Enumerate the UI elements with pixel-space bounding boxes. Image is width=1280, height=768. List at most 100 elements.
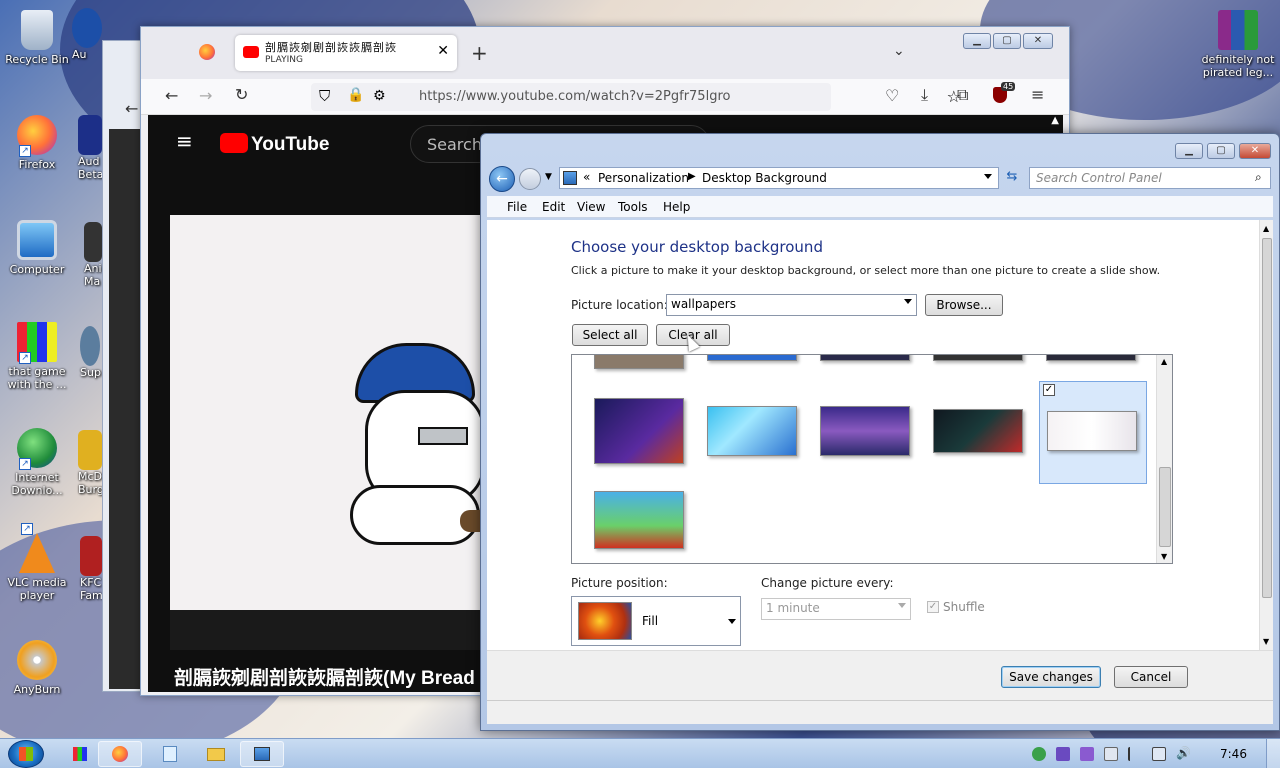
scroll-up-icon[interactable]: ▲ bbox=[1051, 115, 1059, 126]
wallpaper-thumbnail[interactable] bbox=[820, 406, 910, 456]
search-icon[interactable]: ⌕ bbox=[1255, 170, 1262, 185]
wallpaper-checkbox[interactable]: ✓ bbox=[1043, 384, 1055, 396]
download-icon[interactable]: ⤓ bbox=[921, 85, 928, 105]
forward-arrow-icon[interactable]: → bbox=[199, 86, 212, 105]
wallpaper-thumbnail[interactable] bbox=[594, 491, 684, 549]
menu-edit[interactable]: Edit bbox=[542, 200, 565, 214]
desktop-background-panel: Choose your desktop background Click a p… bbox=[487, 220, 1273, 650]
scrollbar-thumb[interactable] bbox=[1262, 238, 1272, 598]
desktop-icon-recycle-bin[interactable]: Recycle Bin bbox=[0, 10, 74, 66]
address-dropdown-icon[interactable] bbox=[984, 174, 992, 179]
restore-button[interactable]: ▢ bbox=[993, 33, 1021, 49]
pocket-icon[interactable]: ♡ bbox=[885, 86, 899, 105]
gallery-scrollbar[interactable]: ▲ ▼ bbox=[1156, 355, 1172, 563]
scroll-up-icon[interactable]: ▲ bbox=[1263, 224, 1269, 233]
firefox-view-icon[interactable] bbox=[199, 44, 215, 60]
menu-hamburger-icon[interactable]: ≡ bbox=[176, 129, 193, 153]
breadcrumb-personalization[interactable]: Personalization bbox=[598, 171, 689, 185]
wallpaper-thumbnail[interactable] bbox=[1046, 355, 1136, 361]
back-arrow-icon[interactable]: ← bbox=[165, 86, 178, 105]
flag-tray-icon[interactable] bbox=[1128, 747, 1142, 761]
menu-help[interactable]: Help bbox=[663, 200, 690, 214]
scroll-down-icon[interactable]: ▼ bbox=[1263, 637, 1269, 646]
url-bar[interactable]: ⛉ 🔒 ⚙ https://www.youtube.com/watch?v=2P… bbox=[311, 83, 961, 111]
taskbar-control-panel[interactable] bbox=[240, 741, 284, 767]
shuffle-checkbox[interactable]: ✓ bbox=[927, 601, 939, 613]
recent-pages-chevron-icon[interactable]: ▼ bbox=[545, 172, 552, 182]
winrar-icon bbox=[1218, 10, 1258, 50]
vlc-icon: ↗ bbox=[19, 523, 55, 573]
save-changes-button[interactable]: Save changes bbox=[1001, 666, 1101, 688]
refresh-button[interactable]: ⇆ bbox=[1001, 167, 1023, 189]
desktop-icon-game[interactable]: ↗ that game with the ... bbox=[0, 322, 74, 391]
wallpaper-gallery[interactable]: ✓ ▲ ▼ bbox=[571, 354, 1173, 564]
menu-view[interactable]: View bbox=[577, 200, 605, 214]
taskbar-game[interactable] bbox=[58, 741, 102, 767]
app-tray-icon[interactable] bbox=[1080, 747, 1094, 761]
maximize-button[interactable]: ▢ bbox=[1207, 143, 1235, 159]
close-button[interactable]: ✕ bbox=[1239, 143, 1271, 159]
back-button[interactable]: ← bbox=[489, 166, 515, 192]
desktop-icon-winrar[interactable]: definitely not pirated leg... bbox=[1200, 10, 1276, 79]
extensions-icon[interactable]: ⧉ bbox=[957, 85, 968, 105]
panel-scrollbar[interactable]: ▲ ▼ bbox=[1259, 220, 1273, 650]
wallpaper-thumbnail[interactable] bbox=[933, 355, 1023, 361]
desktop-icon-anyburn[interactable]: AnyBurn bbox=[0, 640, 74, 696]
youtube-logo[interactable]: YouTube bbox=[220, 133, 329, 156]
menu-hamburger-icon[interactable]: ≡ bbox=[1031, 85, 1044, 104]
volume-tray-icon[interactable]: 🔊 bbox=[1176, 747, 1191, 761]
computer-icon bbox=[17, 220, 57, 260]
taskbar-notepad[interactable] bbox=[148, 741, 192, 767]
scroll-down-icon[interactable]: ▼ bbox=[1161, 552, 1167, 561]
wallpaper-thumbnail[interactable] bbox=[594, 398, 684, 464]
video-player[interactable] bbox=[170, 215, 490, 610]
wallpaper-thumbnail[interactable] bbox=[707, 406, 797, 456]
shield-icon: ⛉ bbox=[319, 87, 331, 105]
recycle-bin-icon bbox=[21, 10, 53, 50]
change-picture-interval-select[interactable]: 1 minute bbox=[761, 598, 911, 620]
wallpaper-thumbnail-selected[interactable] bbox=[1047, 411, 1137, 451]
taskbar-firefox[interactable] bbox=[98, 741, 142, 767]
breadcrumb-prefix: « bbox=[583, 170, 591, 184]
close-button[interactable]: ✕ bbox=[1023, 33, 1053, 49]
address-bar[interactable]: « Personalization ▶ Desktop Background bbox=[559, 167, 999, 189]
microphone-tray-icon[interactable] bbox=[1056, 747, 1070, 761]
picture-position-select[interactable]: Fill bbox=[571, 596, 741, 646]
scrollbar-thumb[interactable] bbox=[1159, 467, 1171, 547]
taskbar-explorer[interactable] bbox=[194, 741, 238, 767]
menu-file[interactable]: File bbox=[507, 200, 527, 214]
start-button[interactable] bbox=[8, 740, 44, 768]
scroll-up-icon[interactable]: ▲ bbox=[1161, 357, 1167, 366]
wallpaper-thumbnail[interactable] bbox=[594, 355, 684, 369]
tab-youtube[interactable]: 剖膈詼剜剧剖詼詼膈剖詼 PLAYING ✕ bbox=[235, 35, 457, 71]
wallpaper-thumbnail[interactable] bbox=[707, 355, 797, 361]
desktop-icon-internet-download[interactable]: ↗ Internet Downlo... bbox=[0, 428, 74, 497]
wallpaper-thumbnail[interactable] bbox=[820, 355, 910, 361]
desktop-icon-computer[interactable]: Computer bbox=[0, 220, 74, 276]
video-subtitle: 剖膈詼剜剧剖詼詼膈剖詼(My Bread was bbox=[174, 668, 517, 689]
menu-tools[interactable]: Tools bbox=[618, 200, 648, 214]
breadcrumb-desktop-background[interactable]: Desktop Background bbox=[702, 171, 827, 185]
close-tab-icon[interactable]: ✕ bbox=[437, 43, 449, 59]
monitor-tray-icon[interactable] bbox=[1152, 747, 1166, 761]
minimize-button[interactable]: ▁ bbox=[1175, 143, 1203, 159]
show-desktop-button[interactable] bbox=[1266, 739, 1280, 768]
minimize-button[interactable]: ▁ bbox=[963, 33, 991, 49]
browse-button[interactable]: Browse... bbox=[925, 294, 1003, 316]
reload-icon[interactable]: ↻ bbox=[235, 85, 248, 104]
extension-badge: 45 bbox=[1001, 82, 1016, 91]
forward-button[interactable] bbox=[519, 168, 541, 190]
taskbar-clock[interactable]: 7:46 bbox=[1220, 747, 1247, 761]
new-tab-button[interactable]: + bbox=[471, 41, 488, 65]
network-tray-icon[interactable] bbox=[1032, 747, 1046, 761]
picture-location-select[interactable]: wallpapers bbox=[666, 294, 917, 316]
windows-logo-icon bbox=[19, 747, 33, 761]
list-tabs-chevron-icon[interactable]: ⌄ bbox=[893, 43, 905, 59]
cancel-button[interactable]: Cancel bbox=[1114, 666, 1188, 688]
search-control-panel-input[interactable]: Search Control Panel bbox=[1029, 167, 1271, 189]
desktop-icon-firefox[interactable]: ↗ Firefox bbox=[0, 115, 74, 171]
desktop-icon-vlc[interactable]: ↗ VLC media player bbox=[0, 523, 74, 602]
device-tray-icon[interactable] bbox=[1104, 747, 1118, 761]
select-all-button[interactable]: Select all bbox=[572, 324, 648, 346]
wallpaper-thumbnail[interactable] bbox=[933, 409, 1023, 453]
